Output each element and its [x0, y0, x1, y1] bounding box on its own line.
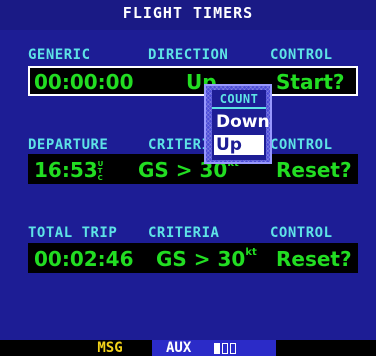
total-trip-timer-row: 00:02:46 GS > 30kt Reset?	[28, 243, 358, 273]
departure-time: 16:53UTC	[34, 158, 106, 182]
page-indicator-icon	[214, 343, 220, 354]
direction-header: DIRECTION	[148, 47, 229, 63]
generic-header: GENERIC	[28, 47, 91, 63]
msg-annunciator[interactable]: MSG	[72, 340, 148, 356]
generic-control-header: CONTROL	[270, 47, 333, 63]
departure-header: DEPARTURE	[28, 137, 109, 153]
page-indicator-icon	[230, 343, 236, 354]
page-title: FLIGHT TIMERS	[0, 0, 376, 30]
total-trip-criteria[interactable]: GS > 30kt	[156, 247, 257, 271]
total-trip-time: 00:02:46	[34, 247, 134, 271]
count-title: COUNT	[212, 92, 266, 109]
departure-timer-row: 16:53UTC GS > 30kt Reset?	[28, 154, 358, 184]
aux-label: AUX	[166, 340, 192, 356]
count-option-down[interactable]: Down	[214, 112, 270, 132]
count-popup: COUNT Down Up	[204, 84, 272, 164]
total-trip-header: TOTAL TRIP	[28, 225, 118, 241]
departure-control[interactable]: Reset?	[276, 158, 352, 182]
total-trip-criteria-header: CRITERIA	[148, 225, 220, 241]
generic-time: 00:00:00	[34, 70, 134, 94]
generic-control[interactable]: Start?	[276, 70, 345, 94]
flight-timers-page: FLIGHT TIMERS GENERIC DIRECTION CONTROL …	[0, 0, 376, 356]
utc-unit: UTC	[97, 160, 104, 182]
total-trip-control[interactable]: Reset?	[276, 247, 352, 271]
aux-page-group: AUX	[152, 340, 276, 356]
generic-timer-row[interactable]: 00:00:00 Up Start?	[28, 66, 358, 96]
page-indicator-icon	[222, 343, 228, 354]
departure-control-header: CONTROL	[270, 137, 333, 153]
status-bar: MSG AUX	[0, 340, 376, 356]
count-option-up[interactable]: Up	[214, 135, 264, 155]
total-trip-control-header: CONTROL	[270, 225, 333, 241]
